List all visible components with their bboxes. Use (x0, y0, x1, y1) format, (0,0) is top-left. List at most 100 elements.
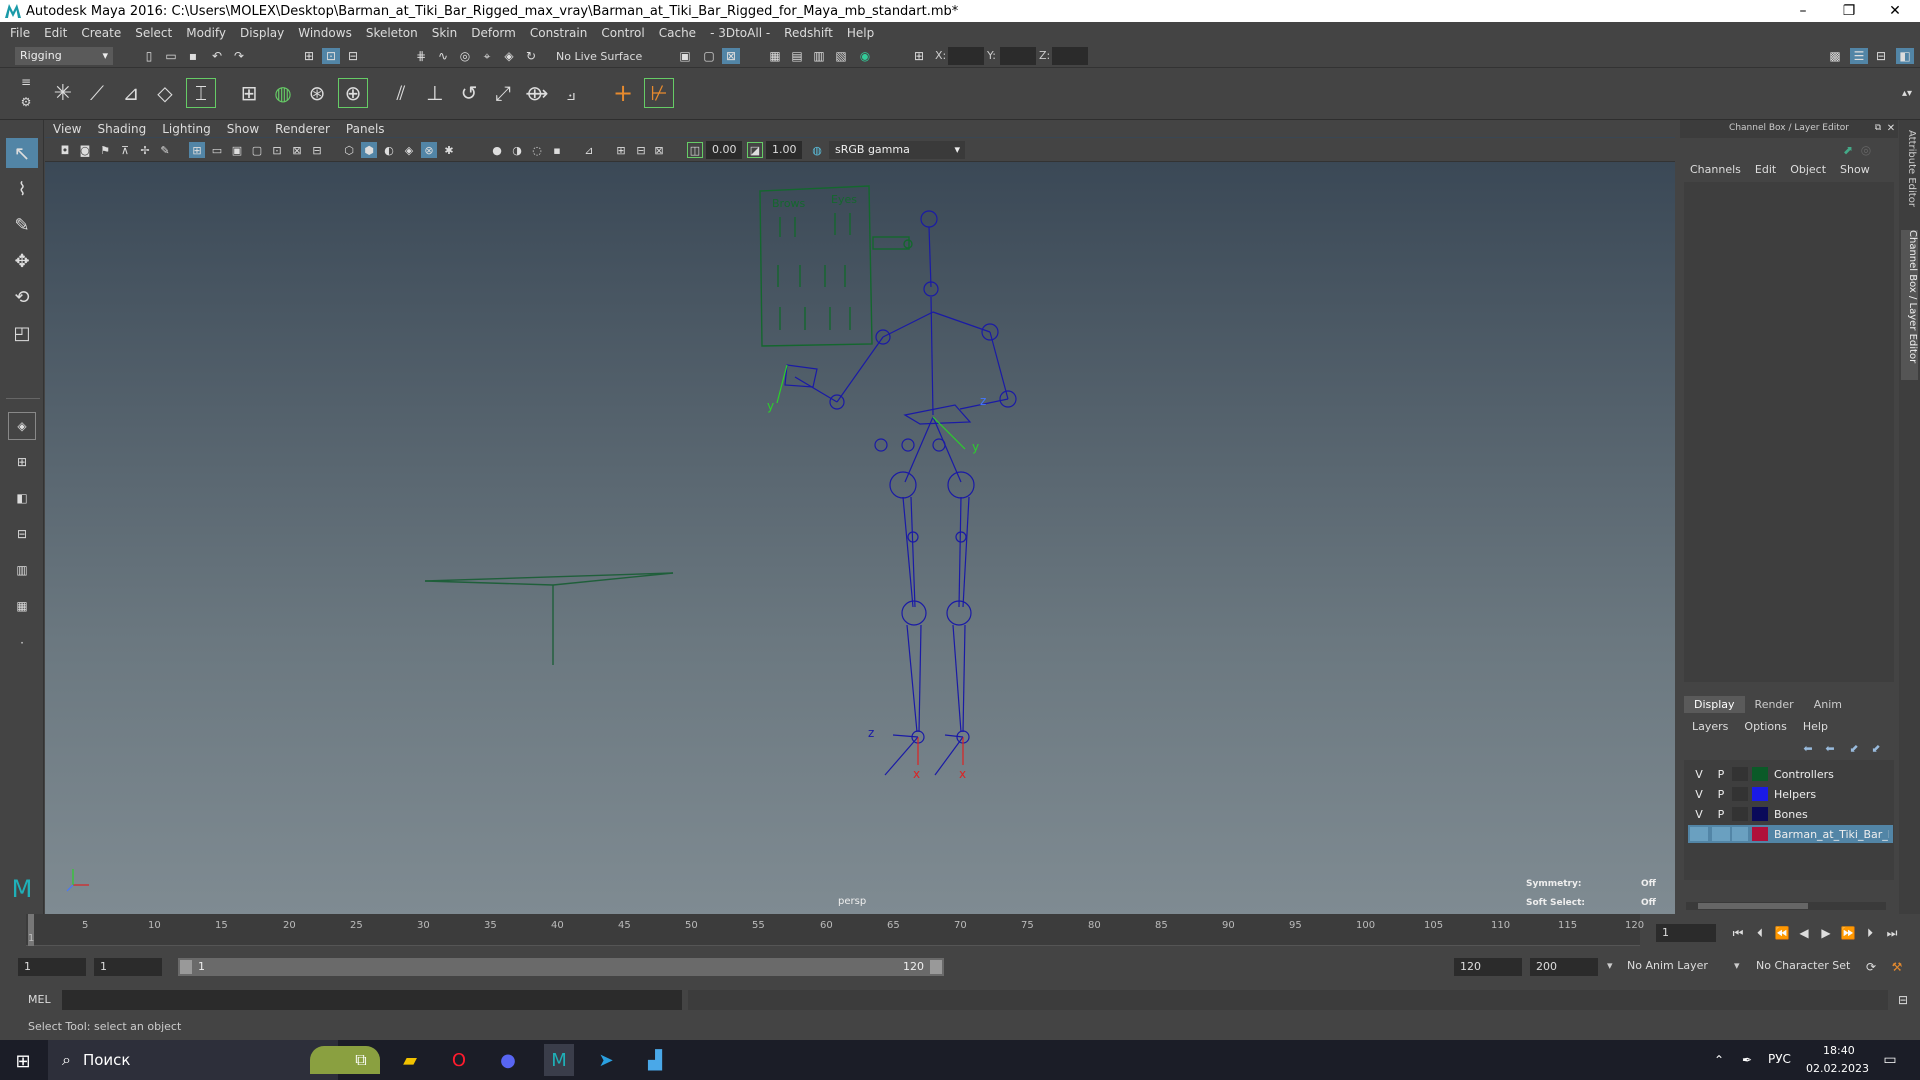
move-layer-up-icon[interactable]: ⬅ (1800, 740, 1816, 756)
menu-windows[interactable]: Windows (291, 26, 359, 40)
smooth-shade-icon[interactable]: ⬢ (361, 142, 377, 158)
mode-selector[interactable]: Rigging ▾ (15, 47, 113, 65)
tab-attribute-editor[interactable]: Attribute Editor (1902, 130, 1917, 220)
parent-constraint-icon[interactable]: ⫽ (386, 78, 416, 108)
bookmark-icon[interactable]: ⚑ (97, 142, 113, 158)
snap-view-icon[interactable]: ⌖ (478, 48, 496, 64)
menu-redshift[interactable]: Redshift (777, 26, 840, 40)
select-camera-icon[interactable]: ◘ (57, 142, 73, 158)
layer-visibility-toggle[interactable]: V (1688, 788, 1710, 801)
render-frame-icon[interactable]: ▤ (788, 48, 806, 64)
output-ops-icon[interactable]: ▢ (700, 48, 718, 64)
render-view-icon[interactable]: ▦ (766, 48, 784, 64)
hypershade-layout-icon[interactable]: ▦ (8, 592, 36, 620)
range-end-handle[interactable] (930, 960, 942, 974)
layer-menu-layers[interactable]: Layers (1692, 720, 1728, 733)
play-backward-icon[interactable]: ◀ (1795, 924, 1813, 942)
channel-list[interactable] (1684, 182, 1894, 682)
channel-lock-icon[interactable]: ◎ (1858, 142, 1874, 158)
use-all-lights-icon[interactable]: ● (489, 142, 505, 158)
step-forward-key-icon[interactable]: ⏩ (1839, 924, 1857, 942)
menu-edit[interactable]: Edit (37, 26, 74, 40)
undo-icon[interactable]: ↶ (208, 48, 226, 64)
layer-menu-help[interactable]: Help (1803, 720, 1828, 733)
taskbar-search-box[interactable]: ⌕ Поиск (48, 1040, 380, 1080)
construction-history-icon[interactable]: ⊠ (722, 48, 740, 64)
scale-tool-icon[interactable]: ◰ (6, 318, 38, 348)
tab-anim[interactable]: Anim (1804, 696, 1852, 713)
step-forward-icon[interactable]: ⏵ (1861, 924, 1879, 942)
hypershade-icon[interactable]: ◉ (856, 48, 874, 64)
layer-visibility-toggle[interactable]: V (1688, 768, 1710, 781)
menu-display[interactable]: Display (233, 26, 291, 40)
discord-icon[interactable]: ● (496, 1049, 520, 1071)
minimize-button[interactable]: – (1780, 0, 1826, 22)
range-start-handle[interactable] (180, 960, 192, 974)
layer-scrollbar[interactable] (1686, 902, 1886, 910)
menu-3dtoall[interactable]: - 3DtoAll - (703, 26, 777, 40)
menu-control[interactable]: Control (594, 26, 651, 40)
layer-row-helpers[interactable]: V P Helpers (1688, 785, 1893, 803)
layer-playback-toggle[interactable]: P (1710, 808, 1732, 821)
safe-action-icon[interactable]: ⊠ (289, 142, 305, 158)
camera-attrs-icon[interactable]: ◙ (77, 142, 93, 158)
anim-preferences-icon[interactable]: ⚒ (1888, 958, 1906, 976)
command-input[interactable] (62, 990, 682, 1010)
exposure-field[interactable]: 0.00 (706, 141, 742, 159)
bind-skin-icon[interactable]: ⌶ (186, 78, 216, 108)
move-tool-icon[interactable]: ✥ (6, 246, 38, 276)
paint-weights-icon[interactable]: ⊞ (234, 78, 264, 108)
insert-joint-icon[interactable]: ◇ (150, 78, 180, 108)
exposure-icon[interactable]: ◫ (687, 142, 703, 158)
xray-active-icon[interactable]: ⊟ (633, 142, 649, 158)
lasso-tool-icon[interactable]: ⌇ (6, 174, 38, 204)
paint-select-icon[interactable]: ✎ (6, 210, 38, 240)
locator-icon[interactable]: + (608, 78, 638, 108)
ipr-render-icon[interactable]: ▥ (810, 48, 828, 64)
field-chart-icon[interactable]: ⊡ (269, 142, 285, 158)
grease-pencil-icon[interactable]: ✎ (157, 142, 173, 158)
mel-label[interactable]: MEL (28, 993, 51, 1006)
auto-key-icon[interactable]: ⟳ (1862, 958, 1880, 976)
rotate-tool-icon[interactable]: ⟲ (6, 282, 38, 312)
snap-grid-icon[interactable]: ⋕ (412, 48, 430, 64)
photos-icon[interactable]: ▟ (643, 1049, 667, 1071)
shelf-settings-icon[interactable]: ⚙ (20, 95, 32, 109)
redo-icon[interactable]: ↷ (230, 48, 248, 64)
textured-icon[interactable]: ✱ (441, 142, 457, 158)
new-layer-selected-icon[interactable]: ⬋ (1868, 740, 1884, 756)
menu-constrain[interactable]: Constrain (523, 26, 595, 40)
snap-surface-icon[interactable]: ◈ (500, 48, 518, 64)
time-slider-track[interactable] (26, 914, 1640, 946)
persp-outliner-layout-icon[interactable]: ◧ (8, 484, 36, 512)
live-surface-label[interactable]: No Live Surface (556, 50, 642, 63)
2d-pan-icon[interactable]: ✢ (137, 142, 153, 158)
menu-deform[interactable]: Deform (464, 26, 523, 40)
layer-menu-options[interactable]: Options (1744, 720, 1786, 733)
shadows-icon[interactable]: ◑ (509, 142, 525, 158)
render-settings-icon[interactable]: ▧ (832, 48, 850, 64)
step-back-icon[interactable]: ⏴ (1751, 924, 1769, 942)
scale-constraint-icon[interactable]: ⤢ (488, 78, 518, 108)
layer-name[interactable]: Controllers (1774, 768, 1834, 781)
cb-menu-object[interactable]: Object (1790, 163, 1826, 176)
gamma-field[interactable]: 1.00 (766, 141, 802, 159)
layer-name[interactable]: Barman_at_Tiki_Bar_Ri (1774, 828, 1889, 841)
wireframe-icon[interactable]: ⬡ (341, 142, 357, 158)
modeling-toolkit-icon[interactable]: ▩ (1826, 48, 1844, 64)
close-button[interactable]: ✕ (1872, 0, 1918, 22)
vp-menu-show[interactable]: Show (219, 122, 267, 136)
new-layer-icon[interactable]: ⬋ (1846, 740, 1862, 756)
gate-mask-icon[interactable]: ▢ (249, 142, 265, 158)
snap-curve-icon[interactable]: ∿ (434, 48, 452, 64)
film-gate-icon[interactable]: ▭ (209, 142, 225, 158)
layer-row-bones[interactable]: V P Bones (1688, 805, 1893, 823)
menu-skin[interactable]: Skin (425, 26, 465, 40)
vp-menu-panels[interactable]: Panels (338, 122, 393, 136)
menu-skeleton[interactable]: Skeleton (359, 26, 425, 40)
maximize-button[interactable]: ❐ (1826, 0, 1872, 22)
chevron-down-icon[interactable]: ▾ (1607, 959, 1613, 972)
layer-visibility-toggle[interactable] (1690, 827, 1708, 841)
select-component-icon[interactable]: ⊟ (344, 48, 362, 64)
four-view-layout-icon[interactable]: ⊞ (8, 448, 36, 476)
